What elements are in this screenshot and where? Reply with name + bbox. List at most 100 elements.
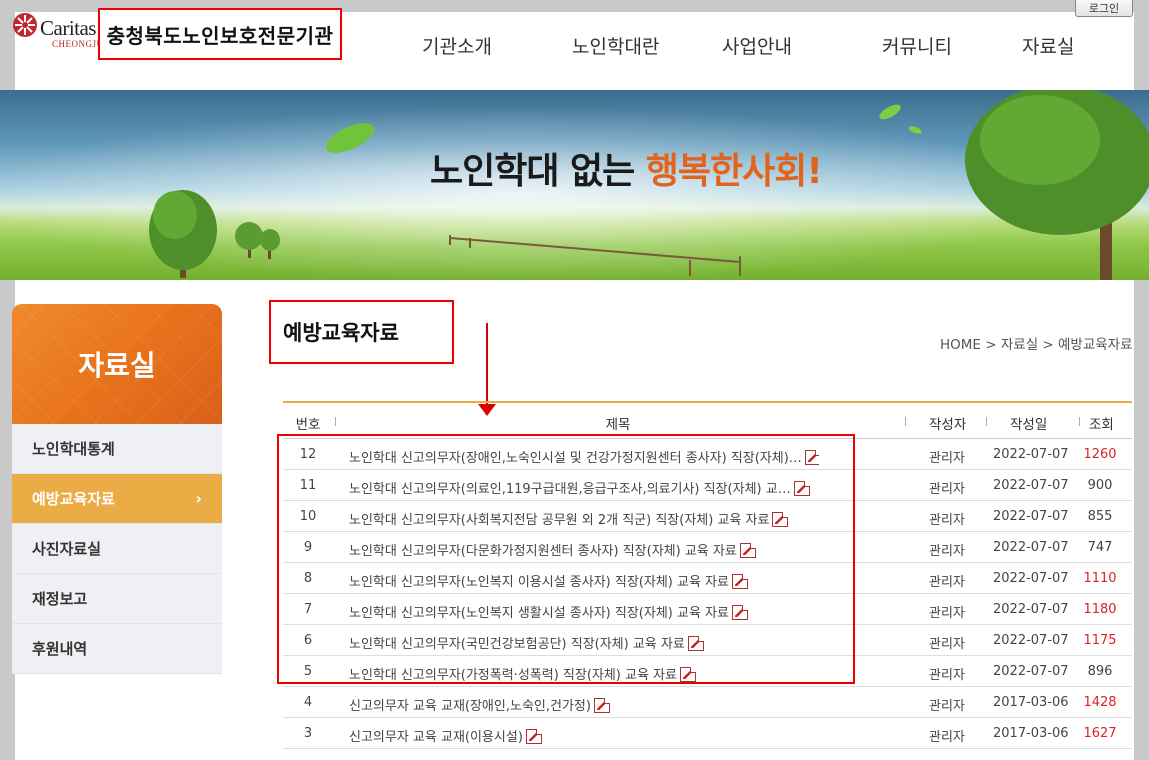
- row-number: 6: [303, 633, 313, 648]
- sidebar-item-prevention-education[interactable]: 예방교육자료 ›: [12, 474, 222, 524]
- row-title-cell: 노인학대 신고의무자(의료인,119구급대원,응급구조사,의료기사) 직장(자체…: [349, 478, 810, 497]
- row-date: 2022-07-07: [993, 478, 1069, 493]
- header-views: 조회: [1089, 417, 1114, 433]
- pdf-file-icon[interactable]: [804, 450, 819, 465]
- post-title-link[interactable]: 노인학대 신고의무자(장애인,노숙인시설 및 건강가정지원센터 종사자) 직장(…: [349, 451, 802, 466]
- pdf-file-icon[interactable]: [739, 543, 756, 558]
- pdf-file-icon[interactable]: [593, 698, 610, 713]
- row-title-cell: 노인학대 신고의무자(노인복지 이용시설 종사자) 직장(자체) 교육 자료: [349, 571, 748, 590]
- row-title-cell: 노인학대 신고의무자(사회복지전담 공무원 외 2개 직군) 직장(자체) 교육…: [349, 509, 789, 528]
- sidebar-item-donations[interactable]: 후원내역: [12, 624, 222, 674]
- table-row[interactable]: 4 신고의무자 교육 교재(장애인,노숙인,건가정) 관리자 2017-03-06 14…: [283, 687, 1132, 718]
- table-row[interactable]: 5 노인학대 신고의무자(가정폭력·성폭력) 직장(자체) 교육 자료 관리자 202…: [283, 656, 1132, 687]
- header-divider: [905, 417, 906, 426]
- sidebar-item-label: 재정보고: [32, 590, 88, 608]
- sidebar-item-label: 노인학대통계: [32, 440, 115, 458]
- header-divider: [1079, 417, 1080, 426]
- caritas-logo[interactable]: Caritas CHEONGJU: [12, 12, 104, 52]
- row-number: 5: [303, 664, 313, 679]
- post-title-link[interactable]: 신고의무자 교육 교재(이용시설): [349, 730, 523, 745]
- login-button[interactable]: 로그인: [1075, 0, 1133, 17]
- row-title-cell: 신고의무자 교육 교재(장애인,노숙인,건가정): [349, 695, 610, 714]
- row-number: 7: [303, 602, 313, 617]
- banner-slogan: 노인학대 없는 행복한사회!: [430, 142, 823, 194]
- pdf-file-icon[interactable]: [793, 481, 810, 496]
- row-number: 4: [303, 695, 313, 710]
- row-views: 855: [1087, 509, 1113, 524]
- row-date: 2022-07-07: [993, 664, 1069, 679]
- table-row[interactable]: 12 노인학대 신고의무자(장애인,노숙인시설 및 건강가정지원센터 종사자) 직…: [283, 439, 1132, 470]
- sidebar-item-label: 사진자료실: [32, 540, 102, 558]
- row-title-cell: 노인학대 신고의무자(다문화가정지원센터 종사자) 직장(자체) 교육 자료: [349, 540, 756, 559]
- organization-name[interactable]: 충청북도노인보호전문기관: [98, 8, 342, 60]
- nav-item-archive[interactable]: 자료실: [1022, 32, 1074, 59]
- row-number: 12: [299, 447, 317, 462]
- nav-item-about[interactable]: 기관소개: [422, 32, 492, 59]
- table-row[interactable]: 6 노인학대 신고의무자(국민건강보험공단) 직장(자체) 교육 자료 관리자 202…: [283, 625, 1132, 656]
- table-row[interactable]: 9 노인학대 신고의무자(다문화가정지원센터 종사자) 직장(자체) 교육 자료 관…: [283, 532, 1132, 563]
- row-title-cell: 노인학대 신고의무자(가정폭력·성폭력) 직장(자체) 교육 자료: [349, 664, 696, 683]
- table-row[interactable]: 3 신고의무자 교육 교재(이용시설) 관리자 2017-03-06 1627: [283, 718, 1132, 749]
- row-date: 2017-03-06: [993, 726, 1069, 741]
- pdf-file-icon[interactable]: [731, 605, 748, 620]
- table-row[interactable]: 7 노인학대 신고의무자(노인복지 생활시설 종사자) 직장(자체) 교육 자료 관…: [283, 594, 1132, 625]
- row-number: 9: [303, 540, 313, 555]
- row-date: 2022-07-07: [993, 540, 1069, 555]
- row-title-cell: 노인학대 신고의무자(노인복지 생활시설 종사자) 직장(자체) 교육 자료: [349, 602, 748, 621]
- row-number: 3: [303, 726, 313, 741]
- post-title-link[interactable]: 노인학대 신고의무자(국민건강보험공단) 직장(자체) 교육 자료: [349, 637, 685, 652]
- logo-text: Caritas: [40, 16, 96, 40]
- pdf-file-icon[interactable]: [731, 574, 748, 589]
- table-row[interactable]: 8 노인학대 신고의무자(노인복지 이용시설 종사자) 직장(자체) 교육 자료 관…: [283, 563, 1132, 594]
- row-views: 900: [1087, 478, 1113, 493]
- table-header: 번호 제목 작성자 작성일 조회: [283, 403, 1132, 439]
- pdf-file-icon[interactable]: [525, 729, 542, 744]
- row-date: 2022-07-07: [993, 447, 1069, 462]
- post-title-link[interactable]: 노인학대 신고의무자(다문화가정지원센터 종사자) 직장(자체) 교육 자료: [349, 544, 737, 559]
- row-author: 관리자: [929, 575, 965, 590]
- row-views: 1110: [1083, 571, 1117, 586]
- table-body: 12 노인학대 신고의무자(장애인,노숙인시설 및 건강가정지원센터 종사자) 직…: [283, 439, 1132, 749]
- row-title-cell: 노인학대 신고의무자(장애인,노숙인시설 및 건강가정지원센터 종사자) 직장(…: [349, 447, 819, 466]
- row-views: 1428: [1083, 695, 1117, 710]
- page-title: 예방교육자료: [269, 300, 454, 364]
- post-title-link[interactable]: 신고의무자 교육 교재(장애인,노숙인,건가정): [349, 699, 591, 714]
- post-title-link[interactable]: 노인학대 신고의무자(의료인,119구급대원,응급구조사,의료기사) 직장(자체…: [349, 482, 791, 497]
- row-author: 관리자: [929, 637, 965, 652]
- row-views: 896: [1087, 664, 1113, 679]
- row-number: 10: [299, 509, 317, 524]
- row-author: 관리자: [929, 513, 965, 528]
- row-views: 1180: [1083, 602, 1117, 617]
- post-title-link[interactable]: 노인학대 신고의무자(노인복지 이용시설 종사자) 직장(자체) 교육 자료: [349, 575, 729, 590]
- nav-item-community[interactable]: 커뮤니티: [882, 32, 952, 59]
- row-author: 관리자: [929, 451, 965, 466]
- header-date: 작성일: [1010, 417, 1048, 433]
- nav-item-abuse-info[interactable]: 노인학대란: [572, 32, 659, 59]
- sidebar-item-statistics[interactable]: 노인학대통계: [12, 424, 222, 474]
- sidebar-item-finance-report[interactable]: 재정보고: [12, 574, 222, 624]
- row-date: 2022-07-07: [993, 633, 1069, 648]
- pdf-file-icon[interactable]: [772, 512, 789, 527]
- row-number: 8: [303, 571, 313, 586]
- table-row[interactable]: 10 노인학대 신고의무자(사회복지전담 공무원 외 2개 직군) 직장(자체) …: [283, 501, 1132, 532]
- post-title-link[interactable]: 노인학대 신고의무자(가정폭력·성폭력) 직장(자체) 교육 자료: [349, 668, 677, 683]
- row-views: 1627: [1083, 726, 1117, 741]
- header-title: 제목: [605, 417, 631, 433]
- row-number: 11: [299, 478, 317, 493]
- sidebar-title-text: 자료실: [78, 349, 156, 382]
- chevron-right-icon: ›: [195, 489, 202, 508]
- pdf-file-icon[interactable]: [680, 667, 696, 682]
- post-title-link[interactable]: 노인학대 신고의무자(노인복지 생활시설 종사자) 직장(자체) 교육 자료: [349, 606, 729, 621]
- row-views: 1175: [1083, 633, 1117, 648]
- post-title-link[interactable]: 노인학대 신고의무자(사회복지전담 공무원 외 2개 직군) 직장(자체) 교육…: [349, 513, 769, 528]
- row-title-cell: 노인학대 신고의무자(국민건강보험공단) 직장(자체) 교육 자료: [349, 633, 704, 652]
- row-author: 관리자: [929, 668, 965, 683]
- pdf-file-icon[interactable]: [687, 636, 704, 651]
- nav-item-business[interactable]: 사업안내: [722, 32, 792, 59]
- row-title-cell: 신고의무자 교육 교재(이용시설): [349, 726, 542, 745]
- breadcrumb[interactable]: HOME > 자료실 > 예방교육자료: [940, 333, 1133, 353]
- logo-subtext: CHEONGJU: [52, 39, 104, 49]
- row-author: 관리자: [929, 730, 965, 745]
- sidebar-item-photos[interactable]: 사진자료실: [12, 524, 222, 574]
- table-row[interactable]: 11 노인학대 신고의무자(의료인,119구급대원,응급구조사,의료기사) 직장(…: [283, 470, 1132, 501]
